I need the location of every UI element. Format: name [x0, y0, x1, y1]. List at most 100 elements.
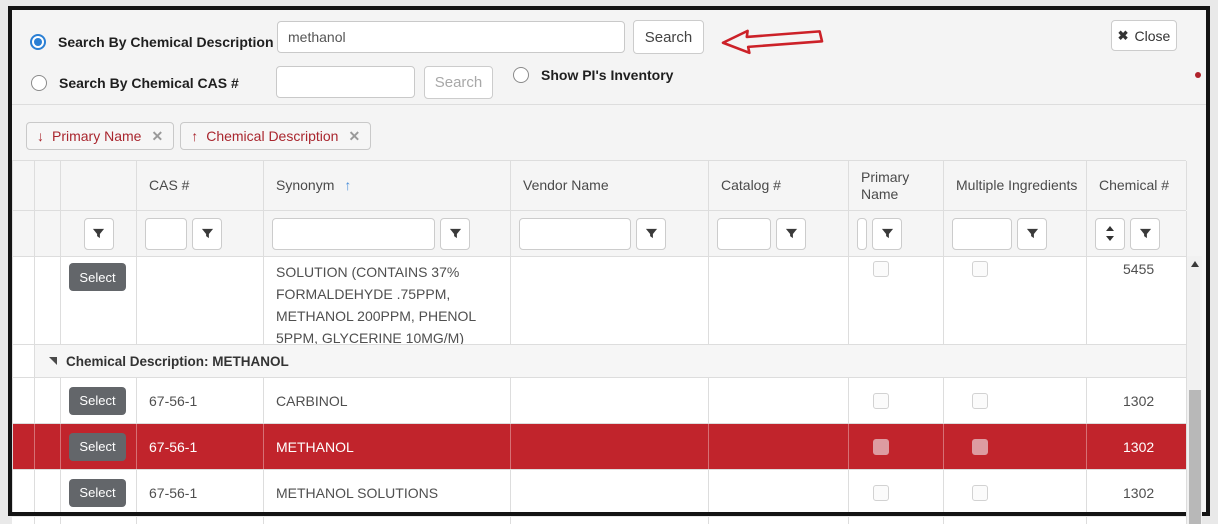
filter-icon[interactable] [872, 218, 902, 250]
remove-sort-icon[interactable]: ✕ [348, 128, 360, 145]
row-gutter-a [13, 424, 35, 469]
select-button[interactable]: Select [69, 433, 126, 461]
close-button[interactable]: ✖ Close [1111, 20, 1177, 51]
group-header-row: Chemical Description: METHANOL [13, 345, 1186, 378]
filter-primary [849, 211, 944, 256]
header-synonym[interactable]: Synonym ↑ [264, 161, 511, 210]
filter-synonym [264, 211, 511, 256]
results-grid: CAS # Synonym ↑ Vendor Name Catalog # Pr… [12, 160, 1186, 516]
row-gutter-b [35, 378, 61, 423]
sort-chip-primary-name[interactable]: ↓ Primary Name ✕ [26, 122, 174, 150]
spinner-down-icon[interactable] [1106, 236, 1114, 241]
panel-divider [12, 104, 1206, 105]
multiple-ingredients-checkbox[interactable] [972, 261, 988, 277]
select-cell: Select [61, 470, 137, 515]
primary-filter-input[interactable] [857, 218, 867, 250]
header-chemical-number[interactable]: Chemical # [1087, 161, 1187, 210]
filter-icon[interactable] [1130, 218, 1160, 250]
cas-filter-input[interactable] [145, 218, 187, 250]
collapse-group-icon[interactable] [49, 357, 57, 365]
catalog-filter-input[interactable] [717, 218, 771, 250]
close-icon: ✖ [1118, 28, 1129, 44]
chemical-search-modal: Search By Chemical Description Search ✖ … [8, 6, 1210, 516]
scroll-up-icon[interactable] [1187, 256, 1202, 272]
annotation-arrow-left-icon [719, 24, 826, 60]
primary-name-checkbox[interactable] [873, 485, 889, 501]
filter-icon[interactable] [192, 218, 222, 250]
show-pi-inventory-radio[interactable] [513, 67, 529, 83]
filter-icon[interactable] [636, 218, 666, 250]
filter-icon[interactable] [1017, 218, 1047, 250]
multiple-ingredients-cell [944, 378, 1087, 423]
multiple-filter-input[interactable] [952, 218, 1012, 250]
multiple-ingredients-cell [944, 470, 1087, 515]
primary-name-cell [849, 424, 944, 469]
sort-chips: ↓ Primary Name ✕ ↑ Chemical Description … [26, 122, 371, 150]
vertical-scrollbar[interactable] [1186, 256, 1202, 524]
select-cell: Select [61, 257, 137, 344]
catalog-cell [709, 378, 849, 423]
description-search-input[interactable] [277, 21, 625, 53]
filter-gutter-a [13, 211, 35, 256]
filter-icon[interactable] [84, 218, 114, 250]
grid-header-row: CAS # Synonym ↑ Vendor Name Catalog # Pr… [13, 161, 1186, 211]
number-spinner[interactable] [1095, 218, 1125, 250]
row-gutter-b [35, 424, 61, 469]
primary-name-checkbox[interactable] [873, 393, 889, 409]
scrollbar-thumb[interactable] [1189, 390, 1201, 524]
cas-cell: 67-56-1 [137, 470, 264, 515]
vendor-cell [511, 378, 709, 423]
primary-name-cell [849, 470, 944, 515]
annotation-red-dot [1195, 72, 1201, 78]
multiple-ingredients-checkbox[interactable] [972, 485, 988, 501]
primary-name-cell [849, 378, 944, 423]
select-button[interactable]: Select [69, 479, 126, 507]
search-by-cas-radio[interactable] [31, 75, 47, 91]
search-by-description-radio[interactable] [30, 34, 46, 50]
primary-name-checkbox[interactable] [873, 261, 889, 277]
table-row[interactable]: Select SOLUTION (CONTAINS 37% FORMALDEHY… [13, 257, 1186, 345]
cas-search-button[interactable]: Search [424, 66, 493, 99]
header-primary-name[interactable]: Primary Name [849, 161, 944, 210]
filter-vendor [511, 211, 709, 256]
primary-name-checkbox[interactable] [873, 439, 889, 455]
vendor-filter-input[interactable] [519, 218, 631, 250]
filter-gutter-b [35, 211, 61, 256]
sort-chip-label: Chemical Description [206, 128, 338, 144]
cas-search-input[interactable] [276, 66, 415, 98]
select-button[interactable]: Select [69, 387, 126, 415]
filter-multiple [944, 211, 1087, 256]
synonym-cell: SOLUTION (CONTAINS 37% FORMALDEHYDE .75P… [264, 257, 511, 344]
cas-cell: 67-56-1 [137, 378, 264, 423]
catalog-cell [709, 424, 849, 469]
header-catalog[interactable]: Catalog # [709, 161, 849, 210]
synonym-filter-input[interactable] [272, 218, 435, 250]
header-vendor-name[interactable]: Vendor Name [511, 161, 709, 210]
search-by-cas-label: Search By Chemical CAS # [59, 75, 239, 91]
remove-sort-icon[interactable]: ✕ [151, 128, 163, 145]
primary-name-cell [849, 257, 944, 344]
clipped-row-sliver [12, 517, 1186, 524]
description-search-button[interactable]: Search [633, 20, 704, 54]
search-by-description-label: Search By Chemical Description [58, 34, 274, 50]
multiple-ingredients-checkbox[interactable] [972, 393, 988, 409]
spinner-up-icon[interactable] [1106, 226, 1114, 231]
table-row[interactable]: Select 67-56-1 CARBINOL 1302 [13, 378, 1186, 424]
chemical-number-cell: 1302 [1087, 378, 1187, 423]
cas-cell [137, 257, 264, 344]
vendor-cell [511, 257, 709, 344]
filter-icon[interactable] [776, 218, 806, 250]
sort-chip-chemical-description[interactable]: ↑ Chemical Description ✕ [180, 122, 371, 150]
multiple-ingredients-checkbox[interactable] [972, 439, 988, 455]
header-multiple-ingredients[interactable]: Multiple Ingredients [944, 161, 1087, 210]
select-button[interactable]: Select [69, 263, 126, 291]
sort-ascending-icon: ↑ [344, 177, 351, 194]
header-cas[interactable]: CAS # [137, 161, 264, 210]
table-row[interactable]: Select 67-56-1 METHANOL SOLUTIONS 1302 [13, 470, 1186, 516]
header-gutter-a [13, 161, 35, 210]
table-row-selected[interactable]: Select 67-56-1 METHANOL 1302 [13, 424, 1186, 470]
row-gutter-a [13, 470, 35, 515]
filter-icon[interactable] [440, 218, 470, 250]
sort-ascending-icon: ↑ [191, 128, 198, 144]
filter-select-col [61, 211, 137, 256]
